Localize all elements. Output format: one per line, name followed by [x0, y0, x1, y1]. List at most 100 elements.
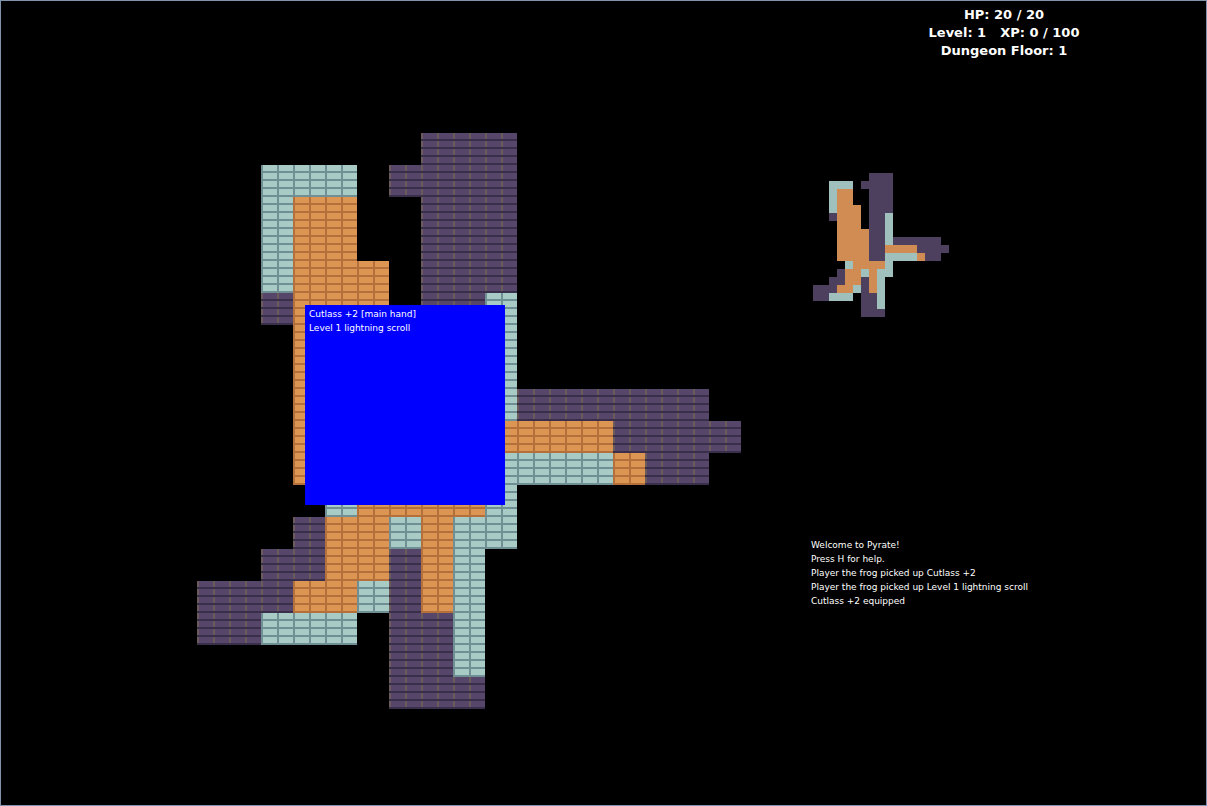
- minimap-tile: [877, 269, 885, 277]
- map-tile: [709, 613, 741, 645]
- map-tile: [549, 677, 581, 709]
- map-tile: [581, 517, 613, 549]
- minimap-tile: [941, 237, 949, 245]
- minimap-tile: [941, 301, 949, 309]
- map-tile: [581, 197, 613, 229]
- map-tile: [581, 229, 613, 261]
- map-tile: [261, 229, 293, 261]
- map-tile: [613, 229, 645, 261]
- minimap-tile: [829, 197, 837, 205]
- map-tile: [389, 677, 421, 709]
- log-message: Cutlass +2 equipped: [811, 594, 1028, 608]
- map-tile: [709, 421, 741, 453]
- minimap-tile: [813, 285, 821, 293]
- map-tile: [229, 325, 261, 357]
- map-tile: [357, 613, 389, 645]
- map-tile: [709, 293, 741, 325]
- minimap-tile: [933, 173, 941, 181]
- minimap-tile: [869, 293, 877, 301]
- minimap-tile: [893, 277, 901, 285]
- map-tile: [261, 325, 293, 357]
- map-tile: [261, 581, 293, 613]
- map-tile: [261, 197, 293, 229]
- minimap-tile: [917, 293, 925, 301]
- map-tile: [325, 517, 357, 549]
- map-tile: [581, 133, 613, 165]
- map-tile: [325, 549, 357, 581]
- map-tile: [197, 677, 229, 709]
- minimap-tile: [813, 277, 821, 285]
- map-tile: [197, 357, 229, 389]
- map-tile: [645, 389, 677, 421]
- minimap-tile: [901, 189, 909, 197]
- map-tile: [677, 421, 709, 453]
- map-tile: [613, 613, 645, 645]
- minimap-tile: [853, 173, 861, 181]
- map-tile: [549, 325, 581, 357]
- minimap-tile: [933, 181, 941, 189]
- map-tile: [581, 165, 613, 197]
- minimap-tile: [813, 237, 821, 245]
- map-tile: [645, 325, 677, 357]
- inventory-item[interactable]: Cutlass +2 [main hand]: [309, 307, 501, 321]
- minimap-tile: [893, 189, 901, 197]
- map-tile: [645, 133, 677, 165]
- minimap-tile: [853, 253, 861, 261]
- minimap-tile: [941, 293, 949, 301]
- map-tile: [229, 357, 261, 389]
- minimap-tile: [885, 253, 893, 261]
- minimap-tile: [861, 237, 869, 245]
- minimap-tile: [837, 269, 845, 277]
- map-tile: [421, 133, 453, 165]
- minimap-tile: [821, 237, 829, 245]
- minimap-tile: [885, 205, 893, 213]
- minimap-tile: [933, 189, 941, 197]
- minimap-tile: [853, 229, 861, 237]
- minimap-tile: [837, 301, 845, 309]
- minimap-tile: [941, 221, 949, 229]
- minimap-tile: [829, 189, 837, 197]
- minimap-tile: [845, 229, 853, 237]
- map-tile: [709, 197, 741, 229]
- minimap-tile: [861, 245, 869, 253]
- log-message: Player the frog picked up Cutlass +2: [811, 566, 1028, 580]
- map-tile: [645, 261, 677, 293]
- minimap-tile: [845, 205, 853, 213]
- minimap-tile: [861, 277, 869, 285]
- map-tile: [677, 197, 709, 229]
- map-tile: [709, 485, 741, 517]
- floor-text: Dungeon Floor: 1: [881, 42, 1127, 60]
- minimap-tile: [853, 301, 861, 309]
- map-tile: [581, 549, 613, 581]
- minimap-tile: [877, 197, 885, 205]
- map-tile: [677, 357, 709, 389]
- map-tile: [421, 517, 453, 549]
- map-tile: [645, 293, 677, 325]
- map-tile: [229, 261, 261, 293]
- map-tile: [549, 165, 581, 197]
- minimap-tile: [845, 293, 853, 301]
- map-tile: [613, 485, 645, 517]
- map-tile: [613, 133, 645, 165]
- minimap-tile: [829, 213, 837, 221]
- minimap-tile: [813, 245, 821, 253]
- minimap-tile: [837, 181, 845, 189]
- map-tile: [421, 613, 453, 645]
- minimap-tile: [837, 205, 845, 213]
- minimap-tile: [845, 189, 853, 197]
- minimap-tile: [917, 229, 925, 237]
- minimap-tile: [877, 245, 885, 253]
- map-tile: [677, 165, 709, 197]
- minimap-tile: [853, 261, 861, 269]
- map-tile: [645, 549, 677, 581]
- map-tile: [677, 325, 709, 357]
- minimap-tile: [853, 309, 861, 317]
- inventory-item[interactable]: Level 1 lightning scroll: [309, 321, 501, 335]
- minimap-tile: [877, 301, 885, 309]
- map-tile: [709, 645, 741, 677]
- minimap-tile: [901, 301, 909, 309]
- minimap-tile: [861, 293, 869, 301]
- minimap-tile: [837, 221, 845, 229]
- minimap-tile: [845, 221, 853, 229]
- minimap-tile: [941, 277, 949, 285]
